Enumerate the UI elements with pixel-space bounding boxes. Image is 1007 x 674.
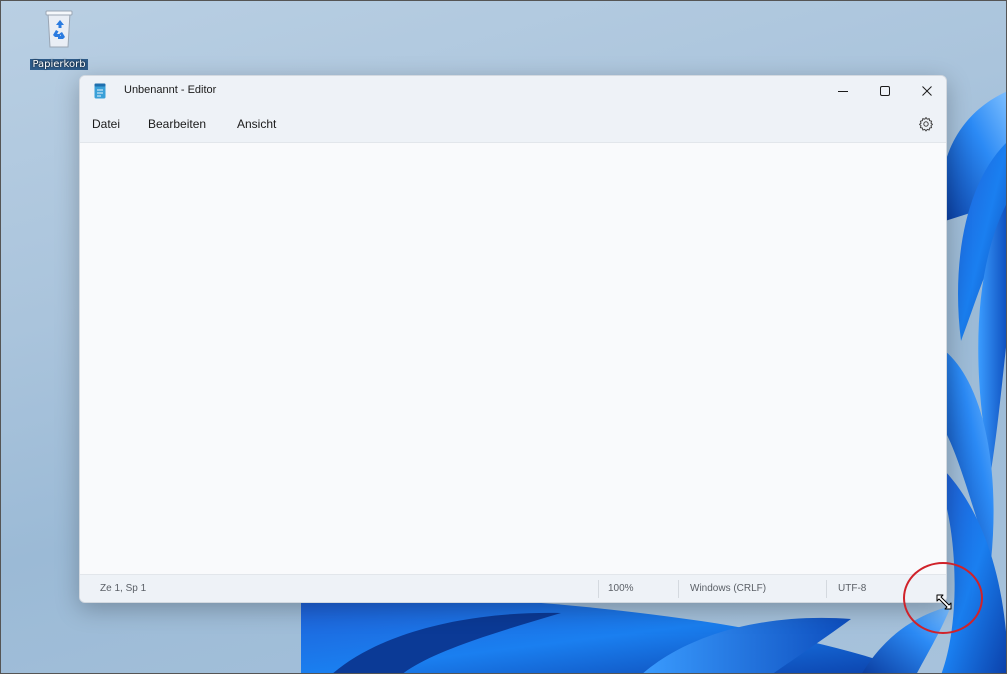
menu-datei[interactable]: Datei — [92, 117, 120, 131]
encoding[interactable]: UTF-8 — [838, 575, 866, 602]
maximize-button[interactable] — [864, 76, 906, 106]
text-editor-area[interactable] — [80, 143, 946, 573]
notepad-icon — [94, 83, 106, 99]
resize-diagonal-cursor — [936, 594, 952, 610]
window-title: Unbenannt - Editor — [124, 84, 217, 96]
zoom-level[interactable]: 100% — [608, 575, 634, 602]
close-button[interactable] — [906, 76, 946, 106]
title-bar[interactable]: Unbenannt - Editor — [80, 76, 946, 106]
desktop: Papierkorb Unbenannt - Editor Datei Bear… — [0, 0, 1007, 674]
status-bar: Ze 1, Sp 1 100% Windows (CRLF) UTF-8 — [80, 574, 946, 602]
status-divider — [678, 580, 679, 598]
status-divider — [826, 580, 827, 598]
minimize-icon — [838, 91, 848, 92]
close-icon — [922, 86, 932, 96]
line-ending[interactable]: Windows (CRLF) — [690, 575, 766, 602]
recycle-bin-icon — [45, 10, 73, 48]
cursor-position: Ze 1, Sp 1 — [100, 583, 147, 594]
recycle-bin-label: Papierkorb — [30, 59, 88, 70]
status-divider — [598, 580, 599, 598]
maximize-icon — [880, 86, 890, 96]
menu-bar: Datei Bearbeiten Ansicht — [80, 106, 946, 143]
minimize-button[interactable] — [822, 76, 864, 106]
gear-icon[interactable] — [918, 116, 934, 132]
menu-ansicht[interactable]: Ansicht — [237, 117, 276, 131]
recycle-bin-shortcut[interactable]: Papierkorb — [29, 9, 89, 72]
notepad-window: Unbenannt - Editor Datei Bearbeiten Ansi… — [79, 75, 947, 603]
menu-bearbeiten[interactable]: Bearbeiten — [148, 117, 206, 131]
